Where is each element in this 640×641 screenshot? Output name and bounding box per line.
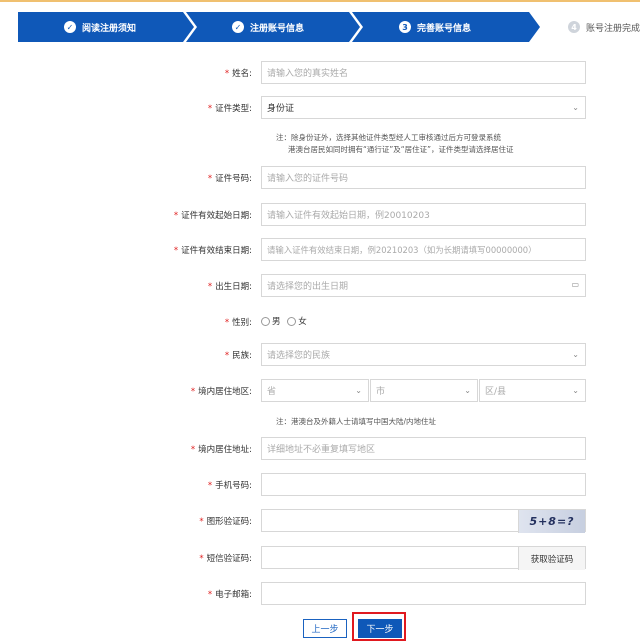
province-select[interactable]: 省 ⌄ — [261, 379, 369, 402]
phone-label: * 手机号码: — [207, 481, 252, 491]
step-number: 4 — [568, 21, 580, 33]
id-number-label: * 证件号码: — [207, 174, 252, 184]
female-label: 女 — [298, 317, 307, 327]
sms-code-input[interactable]: 获取验证码 — [261, 546, 586, 570]
step-label: 注册账号信息 — [250, 23, 305, 34]
step-label: 阅读注册须知 — [82, 23, 137, 34]
step-finished: 4 账号注册完成 — [534, 12, 640, 42]
city-select[interactable]: 市 ⌄ — [370, 379, 478, 402]
get-sms-code-button[interactable]: 获取验证码 — [518, 547, 585, 570]
radio-male[interactable] — [261, 317, 270, 326]
male-label: 男 — [272, 317, 281, 327]
chevron-down-icon: ⌄ — [572, 103, 579, 112]
registration-steps: 阅读注册须知 注册账号信息 3 完善账号信息 4 账号注册完成 — [18, 12, 640, 42]
calendar-icon: ▭ — [571, 280, 579, 289]
district-value: 区/县 — [485, 387, 507, 397]
chevron-down-icon: ⌄ — [572, 386, 579, 395]
check-icon — [64, 21, 76, 33]
id-type-note: 注：除身份证外，选择其他证件类型经人工审核通过后方可登录系统 港澳台居民如同时拥… — [276, 132, 514, 156]
radio-female[interactable] — [287, 317, 297, 326]
prev-step-button[interactable]: 上一步 — [303, 619, 347, 638]
region-label: * 境内居住地区: — [190, 387, 252, 397]
step-register-account: 注册账号信息 — [186, 12, 362, 42]
id-note-line2: 港澳台居民如同时拥有“通行证”及“居住证”，证件类型请选择居住证 — [288, 145, 514, 154]
birth-placeholder: 请选择您的出生日期 — [267, 282, 349, 292]
check-icon — [232, 21, 244, 33]
valid-start-label: * 证件有效起始日期: — [173, 211, 252, 221]
ethnic-select[interactable]: 请选择您的民族 ⌄ — [261, 343, 586, 366]
phone-input[interactable] — [261, 473, 586, 496]
chevron-down-icon: ⌄ — [464, 386, 471, 395]
step-label: 完善账号信息 — [417, 23, 472, 34]
province-value: 省 — [267, 387, 277, 397]
birth-label: * 出生日期: — [207, 282, 252, 292]
email-input[interactable] — [261, 582, 586, 605]
captcha-image[interactable]: 5+8=? — [518, 510, 585, 533]
step-read-notice: 阅读注册须知 — [18, 12, 196, 42]
valid-end-label: * 证件有效结束日期: — [173, 246, 252, 256]
address-label: * 境内居住地址: — [190, 445, 252, 455]
email-label: * 电子邮箱: — [207, 590, 252, 600]
captcha-label: * 图形验证码: — [199, 517, 252, 527]
chevron-down-icon: ⌄ — [572, 350, 579, 359]
id-type-value: 身份证 — [267, 104, 295, 114]
id-type-label: * 证件类型: — [207, 104, 252, 114]
name-input[interactable]: 请输入您的真实姓名 — [261, 61, 586, 84]
ethnic-placeholder: 请选择您的民族 — [267, 351, 331, 361]
district-select[interactable]: 区/县 ⌄ — [479, 379, 586, 402]
id-number-input[interactable]: 请输入您的证件号码 — [261, 166, 586, 189]
step-number: 3 — [399, 21, 411, 33]
top-accent-line — [0, 0, 640, 2]
birth-date-input[interactable]: 请选择您的出生日期 ▭ — [261, 274, 586, 297]
id-type-select[interactable]: 身份证 ⌄ — [261, 96, 586, 119]
step-complete-info: 3 完善账号信息 — [352, 12, 542, 42]
region-note: 注：港澳台及外籍人士请填写中国大陆/内地住址 — [276, 417, 437, 426]
name-label: * 姓名: — [224, 69, 252, 79]
gender-options: 男 女 — [261, 315, 307, 327]
step-label: 账号注册完成 — [586, 23, 640, 34]
chevron-down-icon: ⌄ — [355, 386, 362, 395]
sms-label: * 短信验证码: — [199, 554, 252, 564]
address-input[interactable]: 详细地址不必重复填写地区 — [261, 437, 586, 460]
captcha-input[interactable]: 5+8=? — [261, 509, 586, 533]
valid-end-input[interactable]: 请输入证件有效结束日期，例20210203（如为长期请填写00000000） — [261, 238, 586, 261]
city-value: 市 — [376, 387, 386, 397]
valid-start-input[interactable]: 请输入证件有效起始日期，例20010203 — [261, 203, 586, 226]
id-note-line1: 注：除身份证外，选择其他证件类型经人工审核通过后方可登录系统 — [276, 133, 501, 142]
next-step-button[interactable]: 下一步 — [358, 619, 402, 638]
ethnic-label: * 民族: — [224, 351, 252, 361]
gender-label: * 性别: — [224, 318, 252, 328]
